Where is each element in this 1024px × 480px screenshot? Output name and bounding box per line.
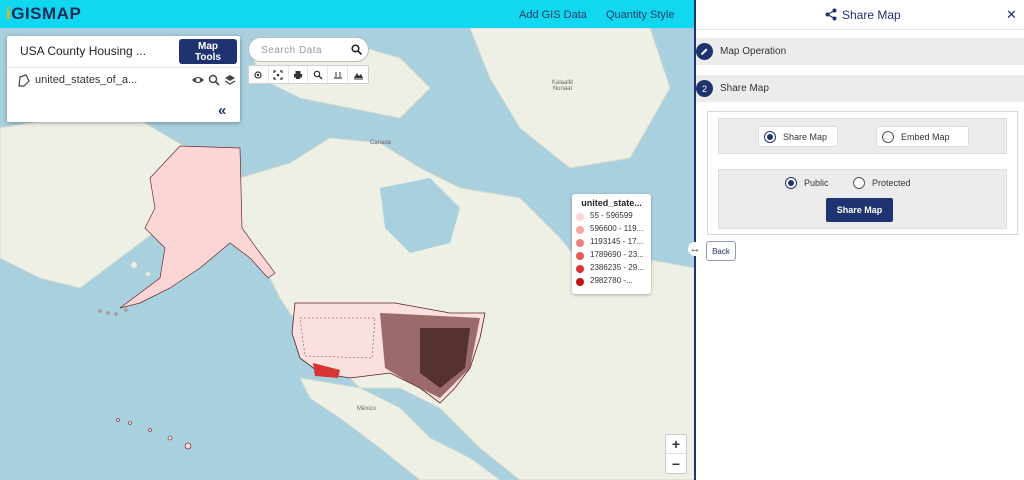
public-option[interactable]: Public (785, 177, 829, 189)
resize-handle-icon[interactable]: ↔ (688, 242, 702, 256)
top-bar: iGISMAP Add GIS Data Quantity Style (0, 0, 695, 28)
label-canada: Canada (370, 140, 392, 146)
legend-item: 596600 - 119... (576, 224, 651, 236)
legend-title: united_state... (581, 198, 642, 208)
nav-quantity-style[interactable]: Quantity Style (606, 9, 674, 21)
map-toolbar (248, 65, 369, 84)
layer-row[interactable]: united_states_of_a... (7, 68, 240, 94)
section-label: Map Operation (720, 46, 787, 57)
zoom-to-layer-icon[interactable] (208, 74, 220, 86)
collapse-panel-icon[interactable]: « (218, 102, 226, 119)
legend-swatch (576, 265, 584, 273)
section-share-map[interactable]: 2 Share Map (696, 75, 1024, 103)
panel-divider[interactable] (694, 0, 696, 480)
label-greenland: Kalaallit Nunaat (552, 80, 574, 92)
step-badge: 2 (696, 80, 713, 97)
measure-icon[interactable] (328, 66, 349, 83)
search-box (248, 37, 369, 62)
land-greenland (469, 28, 671, 169)
print-icon[interactable] (289, 66, 309, 83)
map-legend: united_state... 55 - 596599 596600 - 119… (572, 194, 651, 294)
access-option-group: Public Protected Share Map (718, 169, 1007, 229)
protected-option[interactable]: Protected (853, 177, 911, 189)
legend-swatch (576, 226, 584, 234)
zoom-in-button[interactable]: + (666, 435, 686, 454)
layer-panel: USA County Housing ... Map Tools united_… (7, 36, 240, 122)
label-mexico: México (357, 406, 377, 412)
pencil-icon (696, 43, 713, 60)
legend-item: 2386235 - 29... (576, 263, 651, 275)
embed-map-option[interactable]: Embed Map (876, 126, 969, 147)
share-icon (825, 8, 837, 26)
igismap-logo[interactable]: iGISMAP (6, 4, 81, 24)
fullscreen-icon[interactable] (269, 66, 289, 83)
basemap-icon[interactable] (348, 66, 368, 83)
legend-swatch (576, 213, 584, 221)
search-icon[interactable] (351, 44, 362, 55)
aleutian-islands (98, 308, 128, 316)
layers-icon[interactable] (224, 74, 236, 86)
search-input[interactable] (259, 41, 349, 59)
radio-unselected[interactable] (853, 177, 865, 189)
legend-item: 1789690 - 23... (576, 250, 651, 262)
layer-name: united_states_of_a... (35, 74, 138, 86)
nav-add-gis-data[interactable]: Add GIS Data (519, 9, 587, 21)
map-title: USA County Housing ... (20, 44, 147, 58)
hawaii-islands (116, 418, 192, 450)
section-label: Share Map (720, 83, 769, 94)
locate-icon[interactable] (249, 66, 269, 83)
close-icon[interactable]: ✕ (1006, 7, 1017, 23)
mode-option-group: Share Map Embed Map (718, 118, 1007, 154)
radio-selected[interactable] (764, 130, 776, 143)
map-tools-button[interactable]: Map Tools (179, 39, 237, 64)
share-map-option[interactable]: Share Map (758, 126, 838, 147)
legend-swatch (576, 278, 584, 286)
zoom-control: + − (665, 434, 687, 474)
back-button[interactable]: Back (706, 241, 736, 261)
section-map-operation[interactable]: Map Operation (696, 38, 1024, 66)
legend-item: 2982780 -... (576, 276, 651, 288)
radio-selected[interactable] (785, 177, 797, 189)
zoom-search-icon[interactable] (308, 66, 329, 83)
zoom-out-button[interactable]: − (666, 454, 686, 473)
share-map-button[interactable]: Share Map (826, 198, 893, 222)
polygon-icon (17, 74, 31, 88)
radio-unselected[interactable] (882, 130, 894, 143)
legend-swatch (576, 239, 584, 247)
legend-item: 1193145 - 17... (576, 237, 651, 249)
legend-swatch (576, 252, 584, 260)
share-panel-header: Share Map ✕ (696, 0, 1024, 30)
share-options-body: Share Map Embed Map Public Protected Sha… (707, 111, 1018, 235)
legend-item: 55 - 596599 (576, 211, 651, 223)
eye-icon[interactable] (191, 75, 205, 85)
panel-title: Share Map (842, 8, 901, 22)
